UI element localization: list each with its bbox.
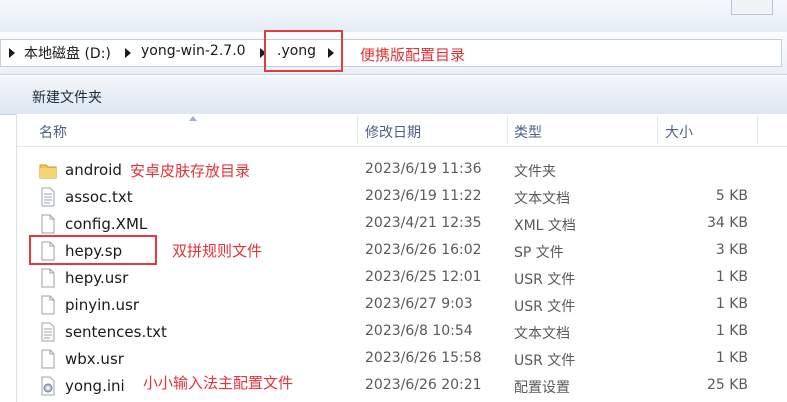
file-type: XML 文档 (514, 218, 576, 234)
file-row-config-xml[interactable]: config.XML 2023/4/21 12:35 XML 文档 34 KB (17, 210, 787, 237)
file-date: 2023/6/26 20:21 (365, 377, 482, 393)
file-size: 5 KB (715, 188, 748, 204)
file-name: config.XML (65, 215, 148, 233)
annotation-box-yong-folder (264, 30, 343, 72)
annotation-android-skin: 安卓皮肤存放目录 (130, 162, 251, 180)
file-icon (39, 349, 57, 369)
annotation-main-config: 小小输入法主配置文件 (143, 374, 294, 392)
file-date: 2023/6/26 16:02 (365, 242, 482, 258)
annotation-shuangpin-rules: 双拼规则文件 (172, 242, 263, 260)
file-icon (39, 268, 57, 288)
column-divider[interactable] (657, 116, 658, 144)
annotation-portable-config: 便携版配置目录 (360, 46, 466, 64)
file-type: USR 文件 (514, 353, 576, 369)
file-date: 2023/6/26 15:58 (365, 350, 482, 366)
column-header-name[interactable]: 名称 (39, 122, 67, 142)
file-row-wbx-usr[interactable]: wbx.usr 2023/6/26 15:58 USR 文件 1 KB (17, 345, 787, 372)
file-name: sentences.txt (65, 323, 167, 341)
file-date: 2023/6/25 12:01 (365, 269, 482, 285)
file-date: 2023/6/8 10:54 (365, 323, 473, 339)
file-row-pinyin-usr[interactable]: pinyin.usr 2023/6/27 9:03 USR 文件 1 KB (17, 291, 787, 318)
file-date: 2023/6/27 9:03 (365, 296, 473, 312)
file-type: SP 文件 (514, 245, 564, 261)
file-size: 25 KB (706, 377, 748, 393)
file-row-assoc-txt[interactable]: assoc.txt 2023/6/19 11:22 文本文档 5 KB (17, 183, 787, 210)
file-icon (39, 295, 57, 315)
file-name: hepy.usr (65, 269, 129, 287)
file-size: 1 KB (715, 269, 748, 285)
file-date: 2023/6/19 11:36 (365, 161, 482, 177)
file-date: 2023/6/19 11:22 (365, 188, 482, 204)
file-name: wbx.usr (65, 350, 124, 368)
file-name: yong.ini (65, 377, 125, 395)
annotation-box-hepy-sp (29, 235, 157, 265)
folder-icon (39, 160, 57, 180)
file-row-sentences-txt[interactable]: sentences.txt 2023/6/8 10:54 文本文档 1 KB (17, 318, 787, 345)
column-header-date[interactable]: 修改日期 (365, 122, 421, 142)
column-header-type[interactable]: 类型 (514, 122, 542, 142)
command-toolbar: 新建文件夹 (0, 76, 787, 115)
file-icon (39, 214, 57, 234)
column-divider[interactable] (757, 116, 758, 144)
file-size: 1 KB (715, 350, 748, 366)
text-file-icon (39, 187, 57, 207)
file-date: 2023/4/21 12:35 (365, 215, 482, 231)
file-row-yong-ini[interactable]: yong.ini 2023/6/26 20:21 配置设置 25 KB (17, 372, 787, 399)
text-file-icon (39, 322, 57, 342)
column-divider[interactable] (507, 116, 508, 144)
breadcrumb-chevron-icon[interactable] (125, 48, 131, 58)
sort-ascending-icon (189, 116, 197, 121)
file-name: assoc.txt (65, 188, 133, 206)
file-size: 34 KB (706, 215, 748, 231)
file-type: 配置设置 (514, 380, 570, 396)
column-header-size[interactable]: 大小 (665, 122, 693, 142)
file-type: 文本文档 (514, 326, 570, 342)
column-header-row: 名称 修改日期 类型 大小 (17, 114, 787, 147)
breadcrumb-root-chevron-icon[interactable] (9, 48, 15, 58)
file-size: 1 KB (715, 323, 748, 339)
window-top-strip (0, 0, 787, 33)
window-tab-decoration (731, 0, 773, 15)
settings-file-icon (39, 376, 57, 396)
file-type: 文本文档 (514, 191, 570, 207)
file-type: 文件夹 (514, 164, 556, 180)
breadcrumb-item-yong-win[interactable]: yong-win-2.7.0 (141, 43, 246, 59)
breadcrumb-item-drive-d[interactable]: 本地磁盘 (D:) (24, 43, 111, 63)
file-name: android (65, 161, 122, 179)
file-type: USR 文件 (514, 299, 576, 315)
column-divider[interactable] (357, 116, 358, 144)
file-row-hepy-usr[interactable]: hepy.usr 2023/6/25 12:01 USR 文件 1 KB (17, 264, 787, 291)
new-folder-button[interactable]: 新建文件夹 (32, 87, 102, 107)
file-size: 1 KB (715, 296, 748, 312)
file-type: USR 文件 (514, 272, 576, 288)
file-name: pinyin.usr (65, 296, 140, 314)
file-size: 3 KB (715, 242, 748, 258)
